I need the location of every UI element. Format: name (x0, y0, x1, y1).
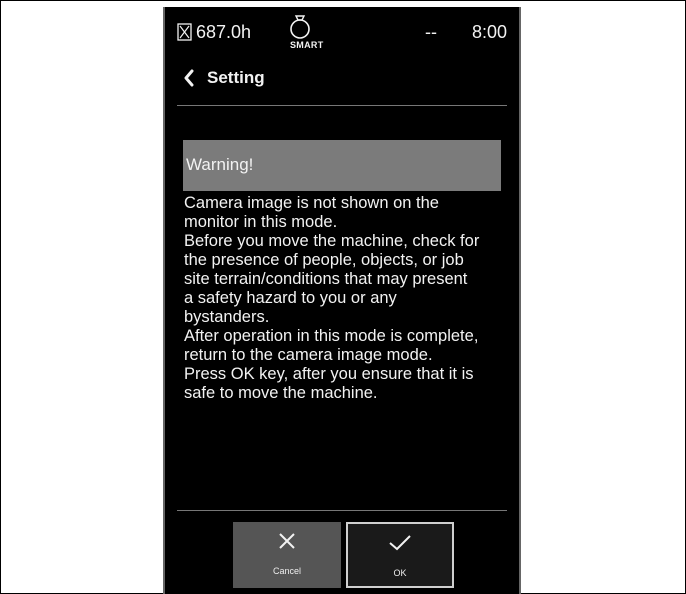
cancel-button[interactable]: Cancel (233, 522, 341, 588)
status-bar: 687.0h SMART -- 8:00 (165, 7, 519, 57)
warning-message: Camera image is not shown on the monitor … (184, 194, 514, 403)
warning-line: bystanders. (184, 308, 270, 326)
smart-label: SMART (290, 40, 324, 50)
warning-line: return to the camera image mode. (184, 346, 433, 364)
x-icon (279, 533, 295, 549)
chevron-left-icon[interactable] (183, 69, 195, 92)
warning-line: site terrain/conditions that may present (184, 270, 468, 288)
warning-line: monitor in this mode. (184, 213, 338, 231)
warning-line: Press OK key, after you ensure that it i… (184, 365, 474, 383)
hour-meter: 687.0h (196, 22, 252, 42)
header-divider (177, 105, 507, 106)
clock: 8:00 (472, 22, 508, 42)
warning-line: Before you move the machine, check for (184, 232, 480, 250)
check-icon (389, 535, 411, 551)
footer-divider (177, 510, 507, 511)
ok-label: OK (393, 568, 407, 578)
cancel-label: Cancel (272, 566, 301, 576)
hourglass-icon (177, 23, 192, 46)
warning-line: safe to move the machine. (184, 384, 378, 402)
warning-line: the presence of people, objects, or job (184, 251, 464, 269)
monitor-screen: 687.0h SMART -- 8:00 Setting Warning! Ca… (163, 7, 521, 594)
warning-title: Warning! (183, 140, 501, 191)
page-title: Setting (207, 68, 265, 87)
warning-line: Camera image is not shown on the (184, 194, 439, 212)
status-dash: -- (425, 22, 437, 42)
warning-line: After operation in this mode is complete… (184, 327, 479, 345)
ok-button[interactable]: OK (346, 522, 454, 588)
warning-line: a safety hazard to you or any (184, 289, 397, 307)
